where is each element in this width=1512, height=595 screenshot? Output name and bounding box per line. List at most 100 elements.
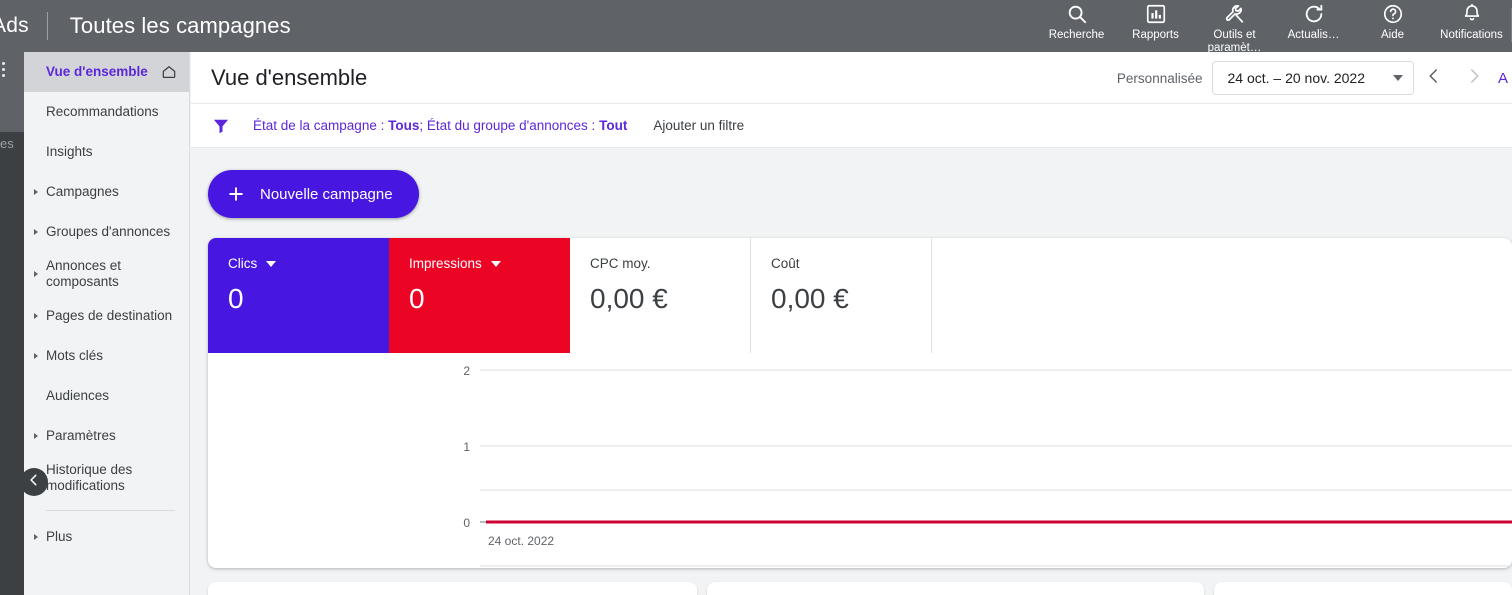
chevron-down-icon (1393, 75, 1403, 81)
filter-funnel-icon[interactable] (211, 116, 231, 136)
page-title: Vue d'ensemble (211, 64, 368, 90)
sidebar-item-groupes-dannonces[interactable]: Groupes d'annonces (24, 212, 189, 252)
y-tick-label-1: 1 (463, 440, 470, 454)
topbar-tools-settings-button[interactable]: Outils et paramèt… (1195, 0, 1274, 55)
metric-cards-row: Clics 0 Impressions 0 CPC moy. 0,00 € Co… (208, 238, 1512, 353)
bottom-card-3[interactable] (1213, 582, 1512, 595)
topbar-actions: Recherche Rapports Outils et paramèt… Ac… (1037, 0, 1512, 55)
sidebar-item-audiences[interactable]: Audiences (24, 376, 189, 416)
sidebar-item-annonces-et-composants[interactable]: Annonces et composants (24, 252, 189, 296)
sidebar-item-label: Recommandations (46, 104, 159, 119)
new-campaign-button[interactable]: Nouvelle campagne (208, 170, 419, 218)
topbar-search-label: Recherche (1048, 29, 1105, 41)
sidebar-item-parametres[interactable]: Paramètres (24, 416, 189, 456)
chevron-down-icon[interactable] (266, 260, 277, 267)
truncated-header-action-label[interactable]: A (1498, 70, 1512, 87)
metric-card-impressions[interactable]: Impressions 0 (389, 238, 570, 353)
metric-label-row: Impressions (409, 256, 570, 271)
topbar-refresh-button[interactable]: Actualis… (1274, 0, 1353, 42)
metric-value: 0,00 € (590, 283, 668, 314)
previous-period-button[interactable] (1414, 56, 1454, 100)
active-filter-chip[interactable]: État de la campagne : Tous; État du grou… (253, 118, 627, 133)
chevron-down-icon[interactable] (490, 260, 501, 267)
sidebar-item-label: Mots clés (46, 348, 104, 363)
metric-card-cout[interactable]: Coût 0,00 € (751, 238, 932, 353)
sidebar-collapse-button[interactable] (20, 468, 48, 496)
new-campaign-label: Nouvelle campagne (260, 185, 393, 203)
metric-value: 0 (409, 283, 425, 314)
chevron-left-icon (1425, 67, 1443, 90)
y-tick-label-0: 0 (463, 516, 470, 530)
x-tick-label-start: 24 oct. 2022 (488, 534, 554, 548)
chevron-right-icon (1465, 67, 1483, 90)
bell-icon (1461, 2, 1483, 26)
kebab-menu-icon[interactable] (2, 62, 5, 77)
sidebar-item-recommandations[interactable]: Recommandations (24, 92, 189, 132)
topbar-help-button[interactable]: Aide (1353, 0, 1432, 42)
sidebar-item-vue-densemble[interactable]: Vue d'ensemble (24, 52, 189, 92)
sidebar-item-label: Plus (46, 529, 73, 544)
filter-chip-value-2: Tout (599, 118, 628, 133)
page-header: Vue d'ensemble Personnalisée 24 oct. – 2… (191, 52, 1512, 104)
metric-cards-empty-space (932, 238, 1512, 353)
bottom-card-2[interactable] (706, 582, 1204, 595)
sidebar-item-label: Audiences (46, 388, 110, 403)
chevron-right-icon (34, 189, 38, 195)
page-header-controls: Personnalisée 24 oct. – 20 nov. 2022 A (1117, 52, 1512, 104)
chart-svg: 2 1 0 24 oct. 2022 (463, 364, 1512, 567)
date-range-value: 24 oct. – 20 nov. 2022 (1227, 70, 1365, 86)
topbar-notifications-button[interactable]: Notifications (1432, 0, 1511, 42)
metric-label-row: Clics (228, 256, 389, 271)
date-preset-label: Personnalisée (1116, 70, 1203, 86)
sidebar-item-plus[interactable]: Plus (24, 517, 189, 557)
metric-value: 0,00 € (771, 283, 849, 314)
reports-bar-chart-icon (1145, 2, 1167, 26)
next-period-button[interactable] (1454, 56, 1494, 100)
sidebar-item-label: Annonces et composants (46, 258, 122, 289)
sidebar-item-label: Insights (46, 144, 93, 159)
filter-chip-text-1: État de la campagne : (253, 118, 389, 133)
content-body: Nouvelle campagne Clics 0 Impressions 0 … (191, 148, 1512, 595)
metric-label-row: Coût (771, 256, 931, 271)
left-sidebar-navigation: Vue d'ensemble Recommandations Insights … (24, 52, 190, 595)
sidebar-item-mots-cles[interactable]: Mots clés (24, 336, 189, 376)
top-navigation-bar: Ads Toutes les campagnes Recherche R (0, 0, 1512, 55)
metric-label: Impressions (409, 256, 482, 271)
chevron-right-icon (34, 313, 38, 319)
sidebar-item-campagnes[interactable]: Campagnes (24, 172, 189, 212)
metric-label-row: CPC moy. (590, 256, 750, 271)
topbar-refresh-label: Actualis… (1287, 29, 1340, 41)
sidebar-item-label: Historique des modifications (46, 462, 133, 493)
search-icon (1066, 2, 1088, 26)
bottom-card-1[interactable] (208, 582, 697, 595)
chevron-left-icon (27, 473, 41, 492)
filter-bar: État de la campagne : Tous; État du grou… (191, 104, 1512, 148)
topbar-help-label: Aide (1380, 29, 1405, 41)
chevron-right-icon (34, 433, 38, 439)
add-filter-button[interactable]: Ajouter un filtre (653, 118, 744, 133)
chevron-right-icon (34, 353, 38, 359)
collapsed-panel-truncated-label: es (0, 136, 14, 151)
refresh-icon (1303, 2, 1325, 26)
plus-icon (226, 184, 246, 204)
sidebar-item-label: Groupes d'annonces (46, 224, 171, 239)
topbar-reports-label: Rapports (1132, 29, 1179, 41)
bottom-cards-row (208, 582, 1512, 595)
sidebar-item-pages-de-destination[interactable]: Pages de destination (24, 296, 189, 336)
topbar-search-button[interactable]: Recherche (1037, 0, 1116, 42)
metric-card-cpc-moy[interactable]: CPC moy. 0,00 € (570, 238, 751, 353)
home-icon (161, 64, 177, 80)
topbar-reports-button[interactable]: Rapports (1116, 0, 1195, 42)
date-range-picker[interactable]: 24 oct. – 20 nov. 2022 (1212, 61, 1414, 95)
filter-chip-separator: ; (419, 118, 427, 133)
sidebar-divider (46, 510, 175, 511)
topbar-notifications-label: Notifications (1440, 29, 1503, 41)
filter-chip-text-2: État du groupe d'annonces : (426, 118, 600, 133)
sidebar-item-label: Campagnes (46, 184, 119, 199)
sidebar-item-historique-des-modifications[interactable]: Historique des modifications (24, 456, 189, 500)
sidebar-item-insights[interactable]: Insights (24, 132, 189, 172)
metric-card-clics[interactable]: Clics 0 (208, 238, 389, 353)
metric-label: Coût (771, 256, 800, 271)
performance-line-chart[interactable]: 2 1 0 24 oct. 2022 (208, 353, 1512, 568)
main-content-area: Vue d'ensemble Personnalisée 24 oct. – 2… (191, 52, 1512, 595)
